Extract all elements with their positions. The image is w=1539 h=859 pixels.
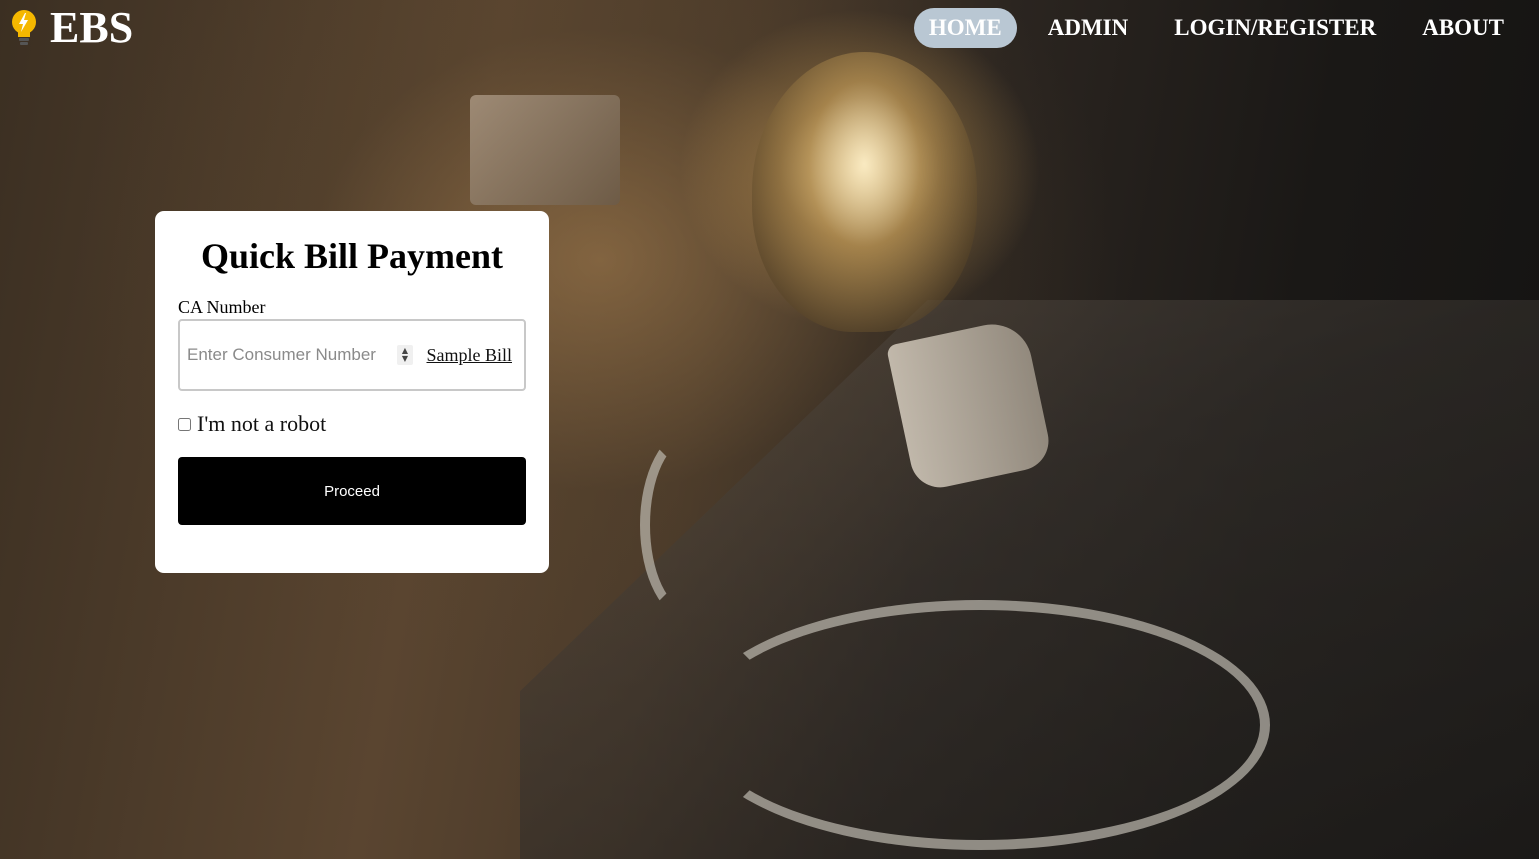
site-header: EBS HOME ADMIN LOGIN/REGISTER ABOUT <box>0 0 1539 58</box>
ca-number-input-wrapper: ▲ ▼ Sample Bill <box>178 319 526 391</box>
nav-admin[interactable]: ADMIN <box>1033 8 1144 48</box>
nav-about[interactable]: ABOUT <box>1407 8 1519 48</box>
brand-name: EBS <box>50 3 134 52</box>
nav-home[interactable]: HOME <box>913 8 1017 48</box>
not-robot-label: I'm not a robot <box>197 411 327 436</box>
background-cable-upper <box>640 430 740 620</box>
lightbulb-bolt-icon <box>12 10 36 45</box>
not-robot-checkbox[interactable] <box>178 417 191 431</box>
proceed-button[interactable]: Proceed <box>178 457 526 525</box>
background-wall-socket <box>470 95 620 205</box>
nav-login-register[interactable]: LOGIN/REGISTER <box>1159 8 1391 48</box>
quick-bill-payment-card: Quick Bill Payment CA Number ▲ ▼ Sample … <box>155 211 549 573</box>
number-spinner[interactable]: ▲ ▼ <box>397 345 413 365</box>
background-lightbulb <box>752 52 977 332</box>
background-cable <box>690 600 1270 850</box>
ca-number-label: CA Number <box>178 297 266 317</box>
ca-number-input[interactable] <box>187 345 397 365</box>
main-nav: HOME ADMIN LOGIN/REGISTER ABOUT <box>898 8 1519 48</box>
brand-logo[interactable]: EBS <box>8 6 133 50</box>
captcha-row: I'm not a robot <box>178 411 526 437</box>
spinner-down-icon[interactable]: ▼ <box>402 355 408 363</box>
sample-bill-link[interactable]: Sample Bill <box>427 345 513 366</box>
card-title: Quick Bill Payment <box>200 236 503 276</box>
